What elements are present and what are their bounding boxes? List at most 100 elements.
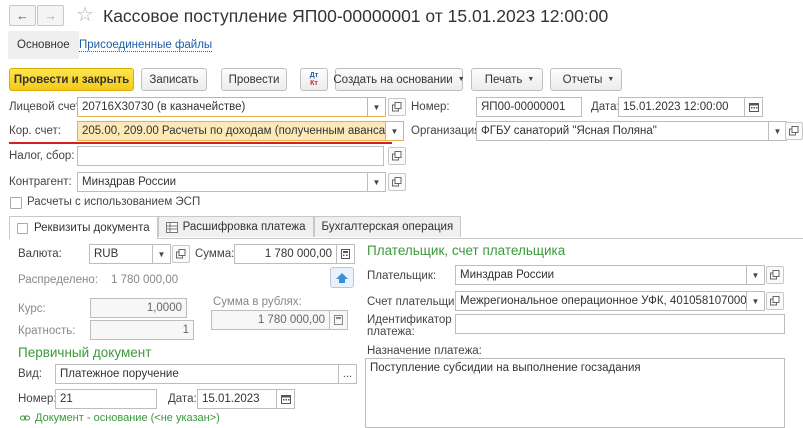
sum-label: Сумма: <box>195 248 235 260</box>
post-button[interactable]: Провести <box>221 68 287 91</box>
calculator-icon <box>334 315 343 325</box>
payer-field[interactable]: Минздрав России <box>455 265 747 285</box>
payer-open-button[interactable] <box>766 266 784 284</box>
open-icon <box>392 102 402 112</box>
create-based-on-button[interactable]: Создать на основании ▼ <box>333 68 465 91</box>
distribute-button[interactable] <box>330 267 354 288</box>
rate-field[interactable]: 1,0000 <box>90 298 187 318</box>
rate-label: Курс: <box>18 303 46 315</box>
corr-account-field[interactable]: 205.00, 209.00 Расчеты по доходам (получ… <box>77 121 386 141</box>
payment-identifier-label: Идентификатор платежа: <box>367 314 452 338</box>
rub-sum-label: Сумма в рублях: <box>213 296 302 308</box>
reports-button[interactable]: Отчеты ▼ <box>550 68 622 91</box>
calculator-icon <box>341 249 350 259</box>
open-icon <box>392 177 402 187</box>
docnum-field[interactable]: 21 <box>55 389 157 409</box>
number-label: Номер: <box>411 101 450 113</box>
chevron-down-icon: ▼ <box>372 102 381 112</box>
basis-document-link[interactable]: Документ - основание (<не указан>) <box>20 412 220 424</box>
tax-label: Налог, сбор: <box>9 150 75 162</box>
caret-down-icon: ▼ <box>607 76 615 83</box>
payer-section-title: Плательщик, счет плательщика <box>367 243 566 258</box>
chevron-down-icon: ▼ <box>390 126 399 136</box>
sum-field[interactable]: 1 780 000,00 <box>234 244 337 264</box>
print-button[interactable]: Печать ▼ <box>471 68 543 91</box>
forward-button[interactable]: → <box>37 5 64 26</box>
link-icon <box>20 415 30 421</box>
kind-select-button[interactable]: ... <box>339 364 357 384</box>
payment-identifier-field[interactable] <box>455 314 785 334</box>
arrow-left-icon: ← <box>16 8 29 23</box>
currency-field[interactable]: RUB <box>89 244 153 264</box>
date-field[interactable]: 15.01.2023 12:00:00 <box>618 97 745 117</box>
chevron-down-icon: ▼ <box>157 249 166 259</box>
account-dropdown[interactable]: ▼ <box>368 97 386 117</box>
esp-label: Расчеты с использованием ЭСП <box>27 196 201 208</box>
docdate-field[interactable]: 15.01.2023 <box>197 389 277 409</box>
save-button[interactable]: Записать <box>141 68 207 91</box>
counterparty-dropdown[interactable]: ▼ <box>368 172 386 192</box>
payer-account-dropdown[interactable]: ▼ <box>747 291 765 311</box>
calculator-button[interactable] <box>337 244 355 264</box>
currency-dropdown[interactable]: ▼ <box>153 244 171 264</box>
organization-open-button[interactable] <box>785 122 803 140</box>
account-field[interactable]: 20716Х30730 (в казначействе) <box>77 97 368 117</box>
organization-label: Организация: <box>411 125 484 137</box>
number-field[interactable]: ЯП00-00000001 <box>476 97 582 117</box>
red-underline-annotation <box>9 142 392 144</box>
multiplicity-label: Кратность: <box>18 325 76 337</box>
calendar-button[interactable] <box>745 97 763 117</box>
account-open-button[interactable] <box>388 98 406 116</box>
esp-checkbox[interactable] <box>10 197 22 209</box>
payer-account-field[interactable]: Межрегиональное операционное УФК, 401058… <box>455 291 747 311</box>
tab-document-details[interactable]: Реквизиты документа <box>9 216 158 239</box>
open-icon <box>789 126 799 136</box>
kind-field[interactable]: Платежное поручение <box>55 364 339 384</box>
docdate-calendar-button[interactable] <box>277 389 295 409</box>
chevron-down-icon: ▼ <box>751 270 760 280</box>
counterparty-label: Контрагент: <box>9 176 72 188</box>
payment-purpose-textarea[interactable]: Поступление субсидии на выполнение госза… <box>365 358 785 428</box>
docnum-label: Номер: <box>18 393 57 405</box>
open-icon <box>392 151 402 161</box>
tab-attached-files[interactable]: Присоединенные файлы <box>79 39 213 52</box>
table-icon <box>165 221 178 233</box>
currency-open-button[interactable] <box>172 245 190 263</box>
rub-sum-calculator-button[interactable] <box>330 310 348 330</box>
tab-main[interactable]: Основное <box>8 31 79 59</box>
payer-account-label: Счет плательщика: <box>367 296 470 308</box>
docdate-label: Дата: <box>168 393 197 405</box>
tab-attached-files-label: Присоединенные файлы <box>79 39 213 52</box>
payer-label: Плательщик: <box>367 270 437 282</box>
account-label: Лицевой счет: <box>9 101 84 113</box>
counterparty-open-button[interactable] <box>388 173 406 191</box>
calendar-icon <box>280 395 291 404</box>
window-title: Кассовое поступление ЯП00-00000001 от 15… <box>103 6 609 26</box>
favorite-star-icon[interactable]: ☆ <box>76 5 94 25</box>
organization-field[interactable]: ФГБУ санаторий "Ясная Поляна" <box>476 121 769 141</box>
counterparty-field[interactable]: Минздрав России <box>77 172 368 192</box>
multiplicity-field[interactable]: 1 <box>90 320 194 340</box>
payer-account-open-button[interactable] <box>766 292 784 310</box>
rub-sum-field[interactable]: 1 780 000,00 <box>211 310 330 330</box>
corr-account-label: Кор. счет: <box>9 125 61 137</box>
kind-label: Вид: <box>18 368 42 380</box>
payer-dropdown[interactable]: ▼ <box>747 265 765 285</box>
upload-arrow-icon <box>336 272 348 283</box>
chevron-down-icon: ▼ <box>773 126 782 136</box>
corr-account-dropdown[interactable]: ▼ <box>386 121 404 141</box>
document-icon <box>17 222 28 234</box>
tax-field[interactable] <box>77 146 384 166</box>
tab-payment-breakdown[interactable]: Расшифровка платежа <box>157 216 314 237</box>
dt-kt-icon: Дт Кт <box>309 71 319 87</box>
tab-accounting-entry[interactable]: Бухгалтерская операция <box>313 216 462 237</box>
date-label: Дата: <box>591 101 620 113</box>
payment-purpose-label: Назначение платежа: <box>367 345 482 357</box>
tax-open-button[interactable] <box>388 147 406 165</box>
post-and-close-button[interactable]: Провести и закрыть <box>9 68 134 91</box>
back-button[interactable]: ← <box>9 5 36 26</box>
currency-label: Валюта: <box>18 248 62 260</box>
dt-kt-button[interactable]: Дт Кт <box>300 68 328 91</box>
caret-down-icon: ▼ <box>527 76 535 83</box>
arrow-right-icon: → <box>44 8 57 23</box>
